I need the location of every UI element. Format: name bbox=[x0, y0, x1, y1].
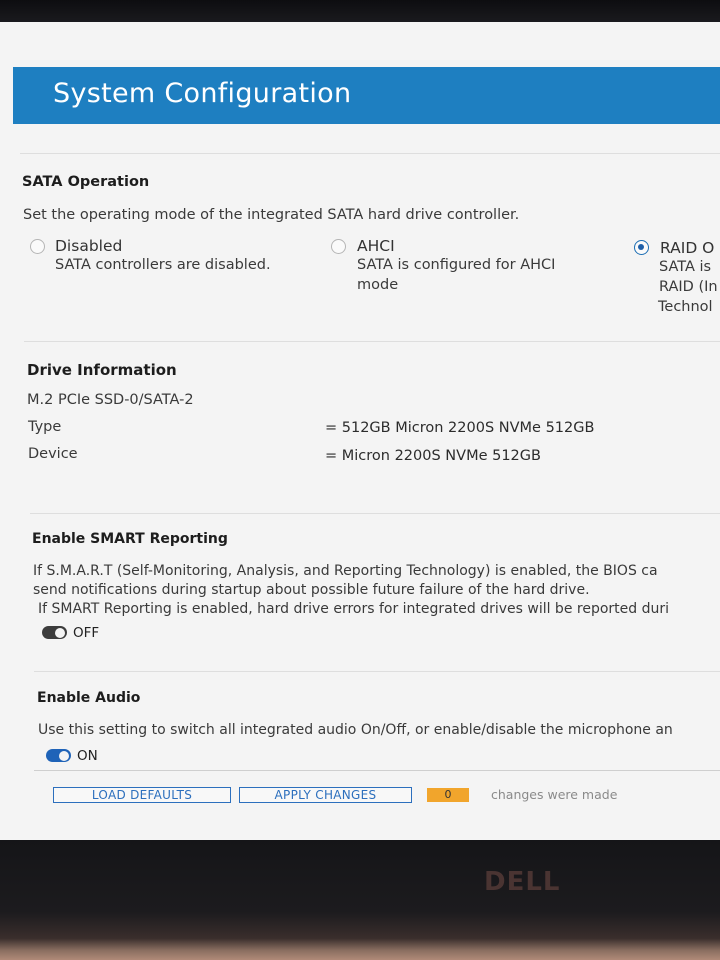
smart-reporting-title: Enable SMART Reporting bbox=[32, 531, 228, 547]
drive-info-label: Type bbox=[28, 419, 62, 435]
apply-changes-button[interactable]: APPLY CHANGES bbox=[239, 787, 412, 803]
drive-info-value: = 512GB Micron 2200S NVMe 512GB bbox=[325, 420, 595, 436]
radio-button-ahci[interactable] bbox=[331, 239, 346, 254]
laptop-bezel-bottom: DELL bbox=[0, 840, 720, 960]
divider bbox=[24, 341, 720, 342]
bezel-top bbox=[0, 0, 720, 24]
sata-operation-title: SATA Operation bbox=[22, 174, 150, 190]
radio-option-detail: mode bbox=[357, 277, 399, 293]
smart-toggle-label: OFF bbox=[73, 625, 100, 641]
divider bbox=[30, 513, 720, 514]
divider bbox=[20, 153, 720, 154]
page-header: System Configuration bbox=[13, 67, 720, 124]
divider bbox=[34, 671, 720, 672]
changes-status-text: changes were made bbox=[491, 787, 618, 802]
radio-button-disabled[interactable] bbox=[30, 239, 45, 254]
load-defaults-button[interactable]: LOAD DEFAULTS bbox=[53, 787, 231, 803]
changes-count-badge: 0 bbox=[427, 788, 469, 802]
drive-information-title: Drive Information bbox=[27, 361, 177, 379]
drive-info-label: Device bbox=[28, 446, 78, 462]
smart-description-line: send notifications during startup about … bbox=[33, 582, 590, 598]
bios-screen: › System Configuration SATA Operation Se… bbox=[0, 22, 720, 840]
audio-title: Enable Audio bbox=[37, 690, 141, 706]
page-title: System Configuration bbox=[53, 78, 352, 109]
smart-toggle-switch[interactable] bbox=[42, 626, 67, 639]
sata-operation-description: Set the operating mode of the integrated… bbox=[23, 207, 520, 223]
audio-description: Use this setting to switch all integrate… bbox=[38, 722, 673, 738]
audio-toggle-label: ON bbox=[77, 748, 98, 764]
radio-option-detail: SATA is configured for AHCI bbox=[357, 257, 556, 273]
divider bbox=[34, 770, 720, 771]
radio-option-detail: SATA is bbox=[659, 259, 712, 275]
radio-option-label: RAID O bbox=[660, 239, 715, 257]
dell-logo: DELL bbox=[484, 867, 561, 897]
radio-option-detail: RAID (In bbox=[659, 279, 718, 295]
smart-description-line: If S.M.A.R.T (Self-Monitoring, Analysis,… bbox=[33, 563, 658, 579]
radio-option-detail: SATA controllers are disabled. bbox=[55, 257, 271, 273]
smart-description-line: If SMART Reporting is enabled, hard driv… bbox=[38, 601, 669, 617]
radio-option-label: AHCI bbox=[357, 237, 395, 255]
corner-glyph: › bbox=[0, 42, 1, 56]
radio-option-detail: Technol bbox=[658, 299, 713, 315]
radio-option-label: Disabled bbox=[55, 237, 123, 255]
drive-name: M.2 PCIe SSD-0/SATA-2 bbox=[27, 392, 194, 408]
audio-toggle-switch[interactable] bbox=[46, 749, 71, 762]
radio-button-raid[interactable] bbox=[634, 240, 649, 255]
drive-info-value: = Micron 2200S NVMe 512GB bbox=[325, 448, 541, 464]
